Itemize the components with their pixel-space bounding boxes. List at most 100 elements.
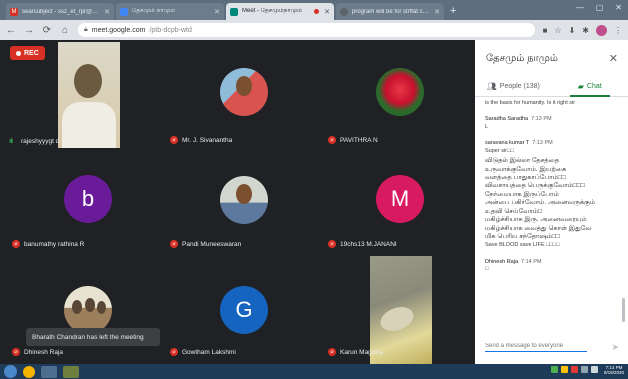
participant-avatar-7 [64,286,112,334]
message-text: Super sir□□ [485,147,514,154]
tray-app-icon[interactable] [571,366,578,373]
close-icon[interactable]: ✕ [434,8,440,16]
browser-tab-2[interactable]: தேசமும் நாமும் ✕ [116,3,224,20]
browser-tab-3[interactable]: Meet - தேசமும்நாமும் ✕ [226,3,334,20]
camera-icon[interactable]: ■ [543,26,548,35]
browser-tab-4[interactable]: program will be for strffat chap ✕ [336,3,444,20]
recording-dot-icon [314,9,320,14]
browser-tab-3-title: Meet - தேசமும்நாமும் [242,8,303,14]
taskbar-clock[interactable]: 7:14 PM 8/19/2020 [604,365,624,376]
network-icon[interactable] [581,366,588,373]
tab-chat[interactable]: ▰ Chat [552,77,628,97]
close-icon[interactable]: ✕ [214,8,220,16]
message-time: 7:13 PM [532,140,553,147]
minimize-icon[interactable]: — [576,3,584,12]
participant-tile-7[interactable]: ⌀ Dhinesh Raja [0,256,158,364]
participant-name-bar-4: ⌀ banumathy rathina R [12,240,84,248]
chat-message: is the basis for humanity. Is it right s… [485,100,619,107]
message-line: உருவாக்குவோம். இயற்கை [485,165,567,173]
chat-message: Dhinesh Raja 7:14 PM □ [485,259,619,274]
participant-name-8: Gowtham Lakshmi [182,348,236,356]
chat-scrollbar[interactable] [622,298,625,322]
lock-icon: 🔒︎ [84,26,88,33]
panel-tabs: 👥︎ People (138) ▰ Chat [475,77,628,97]
chrome-taskbar-icon[interactable] [23,365,35,378]
new-tab-icon[interactable]: + [450,5,456,17]
tray-app-icon[interactable] [561,366,568,373]
message-text: □ [485,266,489,273]
start-button-icon[interactable] [4,365,17,378]
close-panel-icon[interactable]: ✕ [609,52,618,65]
home-icon[interactable]: ⌂ [60,25,70,36]
system-tray [551,366,598,373]
send-icon[interactable]: ➤ [611,342,619,353]
mic-off-icon: ⌀ [328,136,336,144]
reload-icon[interactable]: ⟳ [42,25,52,36]
close-window-icon[interactable]: ✕ [615,3,622,12]
participant-tile-1[interactable]: ıılı rajeshyyygt d [0,40,158,148]
meet-favicon-icon [230,7,238,16]
message-line: விவசாயத்தை பெருக்குவோம்□□□ [485,182,585,190]
profile-avatar[interactable] [596,24,607,36]
chat-message-input[interactable] [485,342,587,352]
browser-tab-4-title: program will be for strffat chap [352,8,432,15]
participant-name-2: Mr. J. Sivanantha [182,136,233,144]
url-bar[interactable]: 🔒︎ meet.google.com/ptb-dcpb-wtd [78,23,535,37]
address-toolbar: ← → ⟳ ⌂ 🔒︎ meet.google.com/ptb-dcpb-wtd … [0,20,628,40]
participant-tile-4[interactable]: b ⌀ banumathy rathina R [0,148,158,256]
participant-tile-6[interactable]: M ⌀ 19chs13 M.JANANI [316,148,475,256]
tray-app-icon[interactable] [551,366,558,373]
participant-name-bar-2: ⌀ Mr. J. Sivanantha [170,136,232,144]
chat-panel: தேசமும் நாமும் ✕ 👥︎ People (138) ▰ Chat … [475,40,628,364]
participant-name-bar-1: ıılı rajeshyyygt d [9,138,59,145]
participant-tile-2[interactable]: ⌀ Mr. J. Sivanantha [158,40,316,148]
participant-tile-5[interactable]: ⌀ Pandi Muneeswaran [158,148,316,256]
participant-tile-9[interactable]: ⌀ Karun Magolra [316,256,475,364]
maximize-icon[interactable]: ▢ [596,3,604,12]
participant-name-bar-9: ⌀ Karun Magolra [328,348,383,356]
participant-name-6: 19chs13 M.JANANI [340,240,397,248]
participant-name-4: banumathy rathina R [24,240,85,248]
star-icon[interactable]: ☆ [554,26,561,35]
volume-icon[interactable] [591,366,598,373]
participant-tile-8[interactable]: G ⌀ Gowtham Lakshmi [158,256,316,364]
chat-message-list[interactable]: is the basis for humanity. Is it right s… [485,100,619,326]
url-path: /ptb-dcpb-wtd [149,26,192,34]
message-line: மகிழ்ச்சியாக இரு. அனைவரையும் [485,216,587,224]
chat-message: விடுதல் இல்லா தேசத்தை உருவாக்குவோம். இயற… [485,157,619,241]
meeting-grid: REC ıılı rajeshyyygt d ⌀ Mr. J. Sivanant… [0,40,475,364]
avatar-letter-4: b [81,186,95,211]
mic-off-icon: ⌀ [12,348,20,356]
browser-tab-strip: M searsubject - ssz_et_rpr@drty ✕ தேசமும… [0,0,628,20]
menu-icon[interactable]: ⋮ [614,26,622,35]
message-line: உதவி செய்வோம்□ [485,207,542,215]
browser-tab-1-title: searsubject - ssz_et_rpr@drty [22,8,102,15]
close-icon[interactable]: ✕ [324,8,330,16]
mic-off-icon: ⌀ [328,348,336,356]
participant-name-bar-7: ⌀ Dhinesh Raja [12,348,63,356]
browser-tab-2-title: தேசமும் நாமும் [132,8,176,14]
folder-taskbar-icon[interactable] [63,365,79,378]
browser-tab-1[interactable]: M searsubject - ssz_et_rpr@drty ✕ [6,3,114,20]
forward-icon[interactable]: → [24,25,34,36]
participant-avatar-4: b [64,175,112,223]
close-icon[interactable]: ✕ [104,8,110,16]
speaking-icon: ıılı [9,138,13,145]
back-icon[interactable]: ← [6,25,16,36]
tab-people[interactable]: 👥︎ People (138) [475,77,552,96]
person-face-shape [236,184,252,204]
participant-name-bar-3: ⌀ PAVITHRA N [328,136,378,144]
object-shape [377,302,417,336]
group-figure-shape [72,300,82,314]
explorer-taskbar-icon[interactable] [41,365,57,378]
participant-avatar-5 [220,176,268,224]
screen: M searsubject - ssz_et_rpr@drty ✕ தேசமும… [0,0,628,379]
message-text: Save BLOOD save LIFE □□□□ [485,242,560,249]
participant-tile-3[interactable]: ⌀ PAVITHRA N [316,40,475,148]
person-head-shape [74,64,102,98]
message-time: 7:14 PM [521,258,542,265]
puzzle-icon[interactable]: ✱ [582,26,589,35]
download-icon[interactable]: ⬇ [569,26,576,35]
message-line: நேர்மையாக இருப்போம் [485,190,559,198]
left-meeting-toast: Bharath Chandran has left the meeting [26,328,160,346]
